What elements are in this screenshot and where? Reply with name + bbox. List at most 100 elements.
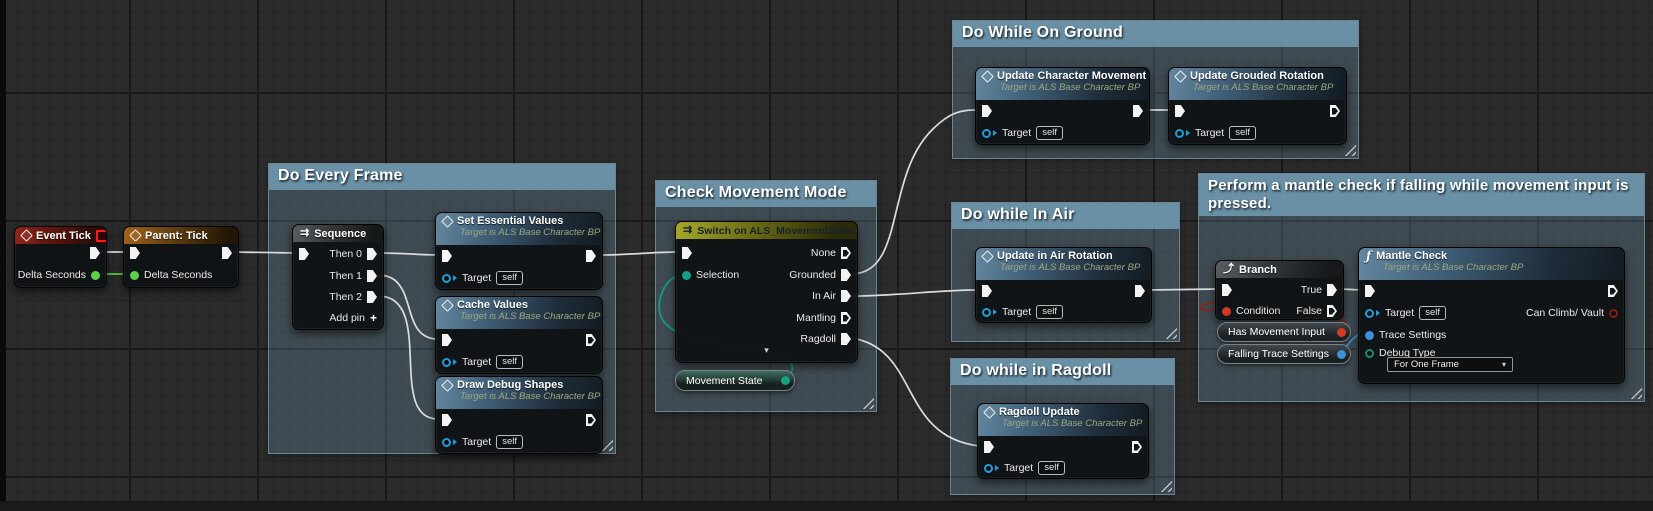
comment-resize-handle[interactable] bbox=[862, 397, 874, 409]
exec-out-pin[interactable] bbox=[1135, 285, 1145, 297]
exec-in-pin[interactable] bbox=[1222, 284, 1232, 296]
case-none-out-pin[interactable] bbox=[841, 247, 851, 259]
var-movement-state[interactable]: Movement State bbox=[675, 370, 795, 391]
node-update-character-movement[interactable]: Update Character Movement Target is ALS … bbox=[975, 67, 1150, 145]
exec-in-pin[interactable] bbox=[984, 441, 994, 453]
node-header[interactable]: Draw Debug Shapes Target is ALS Base Cha… bbox=[436, 377, 602, 409]
debug-type-pin[interactable] bbox=[1365, 349, 1374, 358]
var-has-movement-input[interactable]: Has Movement Input bbox=[1217, 322, 1351, 342]
node-header[interactable]: ⇉ Switch on ALS_MovementState bbox=[676, 222, 857, 239]
exec-in-pin[interactable] bbox=[1175, 105, 1185, 117]
self-pill[interactable]: self bbox=[496, 435, 523, 450]
self-pill[interactable]: self bbox=[1229, 126, 1256, 141]
self-pill[interactable]: self bbox=[1038, 461, 1065, 476]
delta-seconds-out-pin[interactable] bbox=[91, 271, 100, 280]
blueprint-graph-canvas[interactable]: Do Every Frame Check Movement Mode Do Wh… bbox=[0, 0, 1653, 511]
node-header[interactable]: ⤴ Branch bbox=[1216, 261, 1343, 278]
exec-out-pin[interactable] bbox=[1608, 285, 1618, 297]
exec-out-pin[interactable] bbox=[1132, 441, 1142, 453]
node-header[interactable]: Update in Air Rotation Target is ALS Bas… bbox=[976, 248, 1151, 280]
node-header[interactable]: Ragdoll Update Target is ALS Base Charac… bbox=[978, 404, 1148, 436]
target-pin[interactable] bbox=[984, 464, 993, 473]
comment-header[interactable]: Do while in Ragdoll bbox=[951, 359, 1174, 385]
node-sequence[interactable]: ⇉ Sequence Then 0 Then 1 Then 2 Add pin+ bbox=[292, 224, 384, 330]
node-header[interactable]: Set Essential Values Target is ALS Base … bbox=[436, 213, 602, 245]
then2-out-pin[interactable] bbox=[367, 291, 377, 303]
node-header[interactable]: ƒMantle Check Target is ALS Base Charact… bbox=[1359, 248, 1624, 280]
node-cache-values[interactable]: Cache Values Target is ALS Base Characte… bbox=[435, 296, 603, 374]
exec-in-pin[interactable] bbox=[130, 247, 140, 259]
node-update-grounded-rotation[interactable]: Update Grouded Rotation Target is ALS Ba… bbox=[1168, 67, 1347, 145]
has-movement-input-out-pin[interactable] bbox=[1337, 328, 1346, 337]
node-ragdoll-update[interactable]: Ragdoll Update Target is ALS Base Charac… bbox=[977, 403, 1149, 479]
exec-in-pin[interactable] bbox=[299, 248, 309, 260]
node-header[interactable]: Update Grouded Rotation Target is ALS Ba… bbox=[1169, 68, 1346, 100]
target-pin[interactable] bbox=[442, 274, 451, 283]
node-header[interactable]: Parent: Tick bbox=[124, 227, 238, 244]
expand-pins-arrow-icon[interactable]: ▾ bbox=[676, 346, 857, 355]
exec-in-pin[interactable] bbox=[442, 414, 452, 426]
node-mantle-check[interactable]: ƒMantle Check Target is ALS Base Charact… bbox=[1358, 247, 1625, 384]
comment-header[interactable]: Do While On Ground bbox=[953, 21, 1358, 47]
falling-trace-settings-out-pin[interactable] bbox=[1337, 350, 1346, 359]
comment-header[interactable]: Do while In Air bbox=[952, 203, 1179, 229]
then1-out-pin[interactable] bbox=[367, 270, 377, 282]
exec-out-pin[interactable] bbox=[222, 247, 232, 259]
node-branch[interactable]: ⤴ Branch True Condition False bbox=[1215, 260, 1344, 320]
target-pin[interactable] bbox=[442, 358, 451, 367]
exec-in-pin[interactable] bbox=[1365, 285, 1375, 297]
delta-seconds-in-pin[interactable] bbox=[130, 271, 139, 280]
case-ragdoll-out-pin[interactable] bbox=[841, 333, 851, 345]
target-pin[interactable] bbox=[982, 308, 991, 317]
node-header[interactable]: ⇉ Sequence bbox=[293, 225, 383, 242]
comment-header[interactable]: Do Every Frame bbox=[269, 164, 615, 190]
exec-out-pin[interactable] bbox=[586, 334, 596, 346]
self-pill[interactable]: self bbox=[496, 355, 523, 370]
exec-in-pin[interactable] bbox=[442, 334, 452, 346]
exec-in-pin[interactable] bbox=[442, 250, 452, 262]
exec-out-pin[interactable] bbox=[1330, 105, 1340, 117]
add-pin-plus-icon[interactable]: + bbox=[370, 311, 377, 325]
exec-in-pin[interactable] bbox=[982, 105, 992, 117]
movement-state-out-pin[interactable] bbox=[781, 376, 790, 385]
selection-pin[interactable] bbox=[682, 271, 691, 280]
comment-resize-handle[interactable] bbox=[1344, 144, 1356, 156]
case-grounded-out-pin[interactable] bbox=[841, 269, 851, 281]
case-mantling-out-pin[interactable] bbox=[841, 312, 851, 324]
condition-pin[interactable] bbox=[1222, 307, 1231, 316]
node-set-essential-values[interactable]: Set Essential Values Target is ALS Base … bbox=[435, 212, 603, 290]
exec-in-pin[interactable] bbox=[982, 285, 992, 297]
node-parent-tick[interactable]: Parent: Tick Delta Seconds bbox=[123, 226, 239, 288]
exec-in-pin[interactable] bbox=[682, 247, 692, 259]
trace-settings-pin[interactable] bbox=[1365, 331, 1374, 340]
node-header[interactable]: Event Tick bbox=[15, 227, 106, 244]
exec-out-pin[interactable] bbox=[586, 250, 596, 262]
comment-resize-handle[interactable] bbox=[1165, 327, 1177, 339]
node-draw-debug-shapes[interactable]: Draw Debug Shapes Target is ALS Base Cha… bbox=[435, 376, 603, 454]
node-switch-movement-state[interactable]: ⇉ Switch on ALS_MovementState Selection … bbox=[675, 221, 858, 363]
target-pin[interactable] bbox=[982, 129, 991, 138]
target-pin[interactable] bbox=[1365, 309, 1374, 318]
self-pill[interactable]: self bbox=[1419, 306, 1446, 321]
var-falling-trace-settings[interactable]: Falling Trace Settings bbox=[1217, 344, 1351, 364]
node-update-in-air-rotation[interactable]: Update in Air Rotation Target is ALS Bas… bbox=[975, 247, 1152, 323]
exec-out-pin[interactable] bbox=[90, 247, 100, 259]
case-inair-out-pin[interactable] bbox=[841, 290, 851, 302]
node-event-tick[interactable]: Event Tick Delta Seconds bbox=[14, 226, 107, 288]
false-out-pin[interactable] bbox=[1327, 305, 1337, 317]
comment-resize-handle[interactable] bbox=[1160, 480, 1172, 492]
comment-header[interactable]: Check Movement Mode bbox=[656, 181, 876, 207]
then0-out-pin[interactable] bbox=[367, 248, 377, 260]
comment-header[interactable]: Perform a mantle check if falling while … bbox=[1199, 174, 1644, 216]
exec-out-pin[interactable] bbox=[586, 414, 596, 426]
target-pin[interactable] bbox=[1175, 129, 1184, 138]
comment-resize-handle[interactable] bbox=[1630, 387, 1642, 399]
exec-out-pin[interactable] bbox=[1133, 105, 1143, 117]
can-climb-vault-out-pin[interactable] bbox=[1609, 309, 1618, 318]
self-pill[interactable]: self bbox=[1036, 126, 1063, 141]
true-out-pin[interactable] bbox=[1327, 284, 1337, 296]
self-pill[interactable]: self bbox=[496, 271, 523, 286]
node-header[interactable]: Cache Values Target is ALS Base Characte… bbox=[436, 297, 602, 329]
target-pin[interactable] bbox=[442, 438, 451, 447]
node-header[interactable]: Update Character Movement Target is ALS … bbox=[976, 68, 1149, 100]
